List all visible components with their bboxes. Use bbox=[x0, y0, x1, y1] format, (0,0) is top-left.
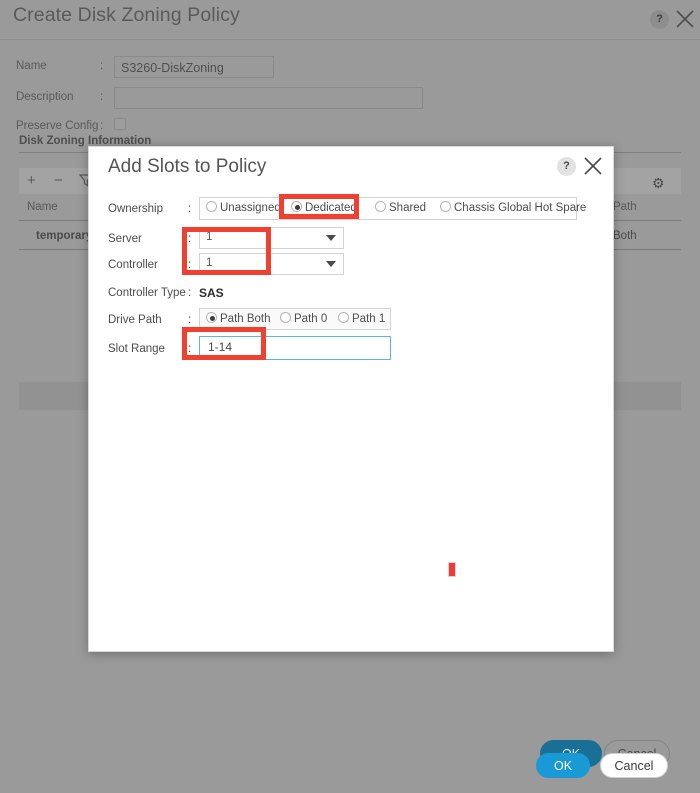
description-colon: : bbox=[100, 91, 104, 103]
radio-label: Path Both bbox=[220, 313, 271, 325]
preserve-config-colon: : bbox=[100, 120, 104, 132]
chevron-down-icon bbox=[326, 235, 336, 241]
column-header-path: Path bbox=[613, 201, 637, 213]
radio-icon bbox=[375, 201, 386, 212]
close-icon[interactable] bbox=[582, 155, 604, 177]
chevron-down-icon bbox=[326, 261, 336, 267]
annotation-box-slot-range bbox=[182, 327, 266, 360]
page-title: Create Disk Zoning Policy bbox=[13, 4, 240, 26]
name-input[interactable]: S3260-DiskZoning bbox=[114, 56, 274, 78]
radio-drive-path-both[interactable]: Path Both bbox=[206, 312, 271, 328]
name-colon: : bbox=[100, 60, 104, 72]
dialog-ok-button[interactable]: OK bbox=[536, 753, 590, 778]
dialog-cancel-button[interactable]: Cancel bbox=[600, 753, 668, 778]
radio-ownership-unassigned[interactable]: Unassigned bbox=[206, 201, 281, 217]
radio-icon bbox=[280, 312, 291, 323]
controller-type-label: Controller Type bbox=[108, 287, 186, 299]
preserve-config-checkbox[interactable] bbox=[114, 118, 126, 130]
radio-drive-path-1[interactable]: Path 1 bbox=[338, 312, 385, 328]
radio-icon bbox=[338, 312, 349, 323]
help-icon[interactable]: ? bbox=[557, 157, 576, 176]
column-header-name: Name bbox=[27, 201, 58, 213]
ownership-colon: : bbox=[188, 203, 192, 215]
server-label: Server bbox=[108, 233, 142, 245]
radio-ownership-shared[interactable]: Shared bbox=[375, 201, 426, 217]
controller-type-colon: : bbox=[188, 287, 192, 299]
dialog-title: Add Slots to Policy bbox=[108, 156, 267, 177]
radio-ownership-chassis-global-hot-spare[interactable]: Chassis Global Hot Spare bbox=[440, 201, 586, 217]
radio-drive-path-0[interactable]: Path 0 bbox=[280, 312, 327, 328]
close-icon[interactable] bbox=[674, 8, 696, 30]
name-label: Name bbox=[16, 60, 47, 72]
controller-type-value: SAS bbox=[199, 286, 224, 300]
drive-path-colon: : bbox=[188, 314, 192, 326]
radio-label: Path 0 bbox=[294, 313, 328, 325]
radio-icon bbox=[206, 201, 217, 212]
add-slots-to-policy-dialog: Add Slots to Policy ? Ownership : Unassi… bbox=[88, 146, 668, 778]
radio-label: Path 1 bbox=[352, 313, 386, 325]
annotation-box-dedicated bbox=[279, 194, 359, 219]
preserve-config-label: Preserve Config bbox=[16, 120, 99, 132]
help-icon[interactable]: ? bbox=[650, 10, 669, 29]
radio-label: Unassigned bbox=[220, 202, 281, 214]
radio-label: Chassis Global Hot Spare bbox=[454, 202, 587, 214]
table-row-path: Both bbox=[613, 230, 637, 242]
radio-icon bbox=[440, 201, 451, 212]
ownership-radio-group: Unassigned Dedicated Shared Chassis Glob… bbox=[199, 197, 586, 220]
drive-path-label: Drive Path bbox=[108, 314, 162, 326]
controller-label: Controller bbox=[108, 259, 158, 271]
radio-label: Shared bbox=[389, 202, 427, 214]
minus-icon[interactable]: − bbox=[54, 168, 63, 194]
description-label: Description bbox=[16, 91, 74, 103]
gear-icon[interactable]: ⚙ bbox=[652, 170, 665, 196]
table-row[interactable]: temporary bbox=[36, 230, 92, 242]
slot-range-label: Slot Range bbox=[108, 343, 165, 355]
ownership-label: Ownership bbox=[108, 203, 163, 215]
radio-icon bbox=[206, 312, 217, 323]
description-input[interactable] bbox=[114, 87, 423, 109]
annotation-box-server-controller bbox=[182, 227, 271, 275]
plus-icon[interactable]: + bbox=[27, 168, 36, 194]
cursor-marker bbox=[448, 562, 456, 577]
